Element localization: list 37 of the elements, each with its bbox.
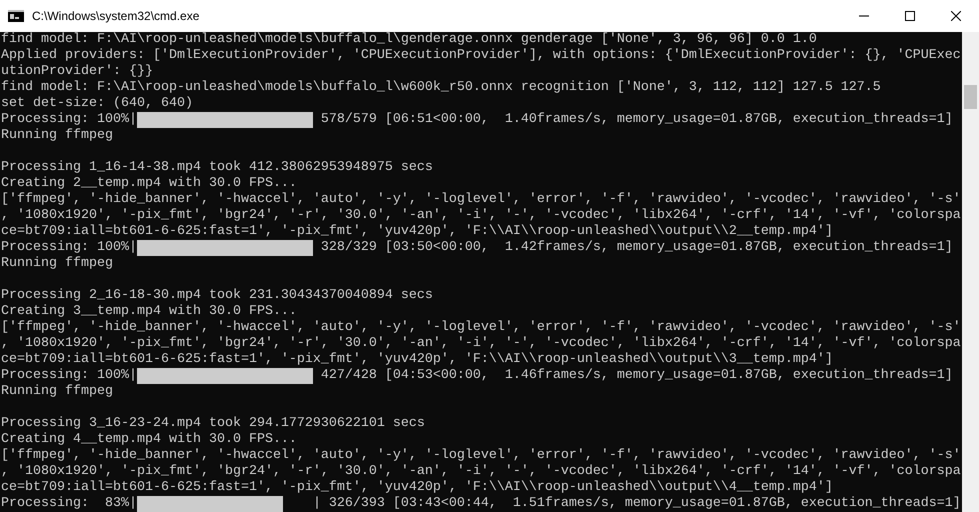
progress-stats: | 326/393 [03:43<00:44, 1.51frames/s, memory_usage=01.87GB, execution_threads=1] [312,496,961,512]
console-line: Running ffmpeg [1,384,113,400]
console-line: ['ffmpeg', '-hide_banner', '-hwaccel', 'auto', '-y', '-loglevel', 'error', '-f', 'rawvideo', '-vcodec', 'rawvideo', '-s' [1,448,961,464]
progress-stats: 427/428 [04:53<00:00, 1.46frames/s, memory_usage=01.87GB, execution_threads=1] [320,368,953,384]
console-line: Running ffmpeg [1,256,113,272]
console-line: Processing 1_16-14-38.mp4 took 412.38062953948975 secs [1,160,433,176]
progress-stats: 578/579 [06:51<00:00, 1.40frames/s, memory_usage=01.87GB, execution_threads=1] [320,112,953,128]
close-icon [951,11,961,21]
console-line: utionProvider': {}} [1,64,153,80]
console-line: Applied providers: ['DmlExecutionProvider', 'CPUExecutionProvider'], with options: {'DmlExecutionProvider': {}, 'CPUExec [1,48,961,64]
console-line: Creating 4__temp.mp4 with 30.0 FPS... [1,432,297,448]
console-line: , '1080x1920', '-pix_fmt', 'bgr24', '-r', '30.0', '-an', '-i', '-', '-vcodec', 'libx264', '-crf', '14', '-vf', 'colorspa [1,208,961,224]
console-line: set det-size: (640, 640) [1,96,193,112]
console-line: ce=bt709:iall=bt601-6-625:fast=1', '-pix_fmt', 'yuv420p', 'F:\\AI\\roop-unleashed\\output\\2__temp.mp4'] [1,224,833,240]
console-line: Creating 2__temp.mp4 with 30.0 FPS... [1,176,297,192]
console-line: ['ffmpeg', '-hide_banner', '-hwaccel', 'auto', '-y', '-loglevel', 'error', '-f', 'rawvideo', '-vcodec', 'rawvideo', '-s' [1,192,961,208]
console-line: Processing 3_16-23-24.mp4 took 294.1772930622101 secs [1,416,425,432]
progress-label: Processing: 100%| [1,240,137,256]
console-line: Running ffmpeg [1,128,113,144]
console-line: find model: F:\AI\roop-unleashed\models\buffalo_l\genderage.onnx genderage ['None', 3, 96, 96] 0.0 1.0 [1,32,817,48]
scrollbar-thumb[interactable] [964,85,977,109]
console-line: , '1080x1920', '-pix_fmt', 'bgr24', '-r', '30.0', '-an', '-i', '-', '-vcodec', 'libx264', '-crf', '14', '-vf', 'colorspa [1,464,961,480]
console-line: ce=bt709:iall=bt601-6-625:fast=1', '-pix_fmt', 'yuv420p', 'F:\\AI\\roop-unleashed\\output\\3__temp.mp4'] [1,352,833,368]
progress-label: Processing: 83%| [1,496,137,512]
console-line: ce=bt709:iall=bt601-6-625:fast=1', '-pix_fmt', 'yuv420p', 'F:\\AI\\roop-unleashed\\output\\4__temp.mp4'] [1,480,833,496]
console-app-icon [8,10,24,22]
progress-label: Processing: 100%| [1,112,137,128]
scrollbar[interactable] [962,32,979,512]
console-line: Creating 3__temp.mp4 with 30.0 FPS... [1,304,297,320]
console-line: find model: F:\AI\roop-unleashed\models\buffalo_l\w600k_r50.onnx recognition ['None', 3, 112, 112] 127.5 127.5 [1,80,881,96]
progress-stats: 328/329 [03:50<00:00, 1.42frames/s, memory_usage=01.87GB, execution_threads=1] [320,240,953,256]
console-line: , '1080x1920', '-pix_fmt', 'bgr24', '-r', '30.0', '-an', '-i', '-', '-vcodec', 'libx264', '-crf', '14', '-vf', 'colorspa [1,336,961,352]
maximize-icon [905,11,915,21]
progress-label: Processing: 100%| [1,368,137,384]
window-title: C:\Windows\system32\cmd.exe [32,8,200,25]
console-line: Processing 2_16-18-30.mp4 took 231.30434370040894 secs [1,288,433,304]
console-line: ['ffmpeg', '-hide_banner', '-hwaccel', 'auto', '-y', '-loglevel', 'error', '-f', 'rawvideo', '-vcodec', 'rawvideo', '-s' [1,320,961,336]
